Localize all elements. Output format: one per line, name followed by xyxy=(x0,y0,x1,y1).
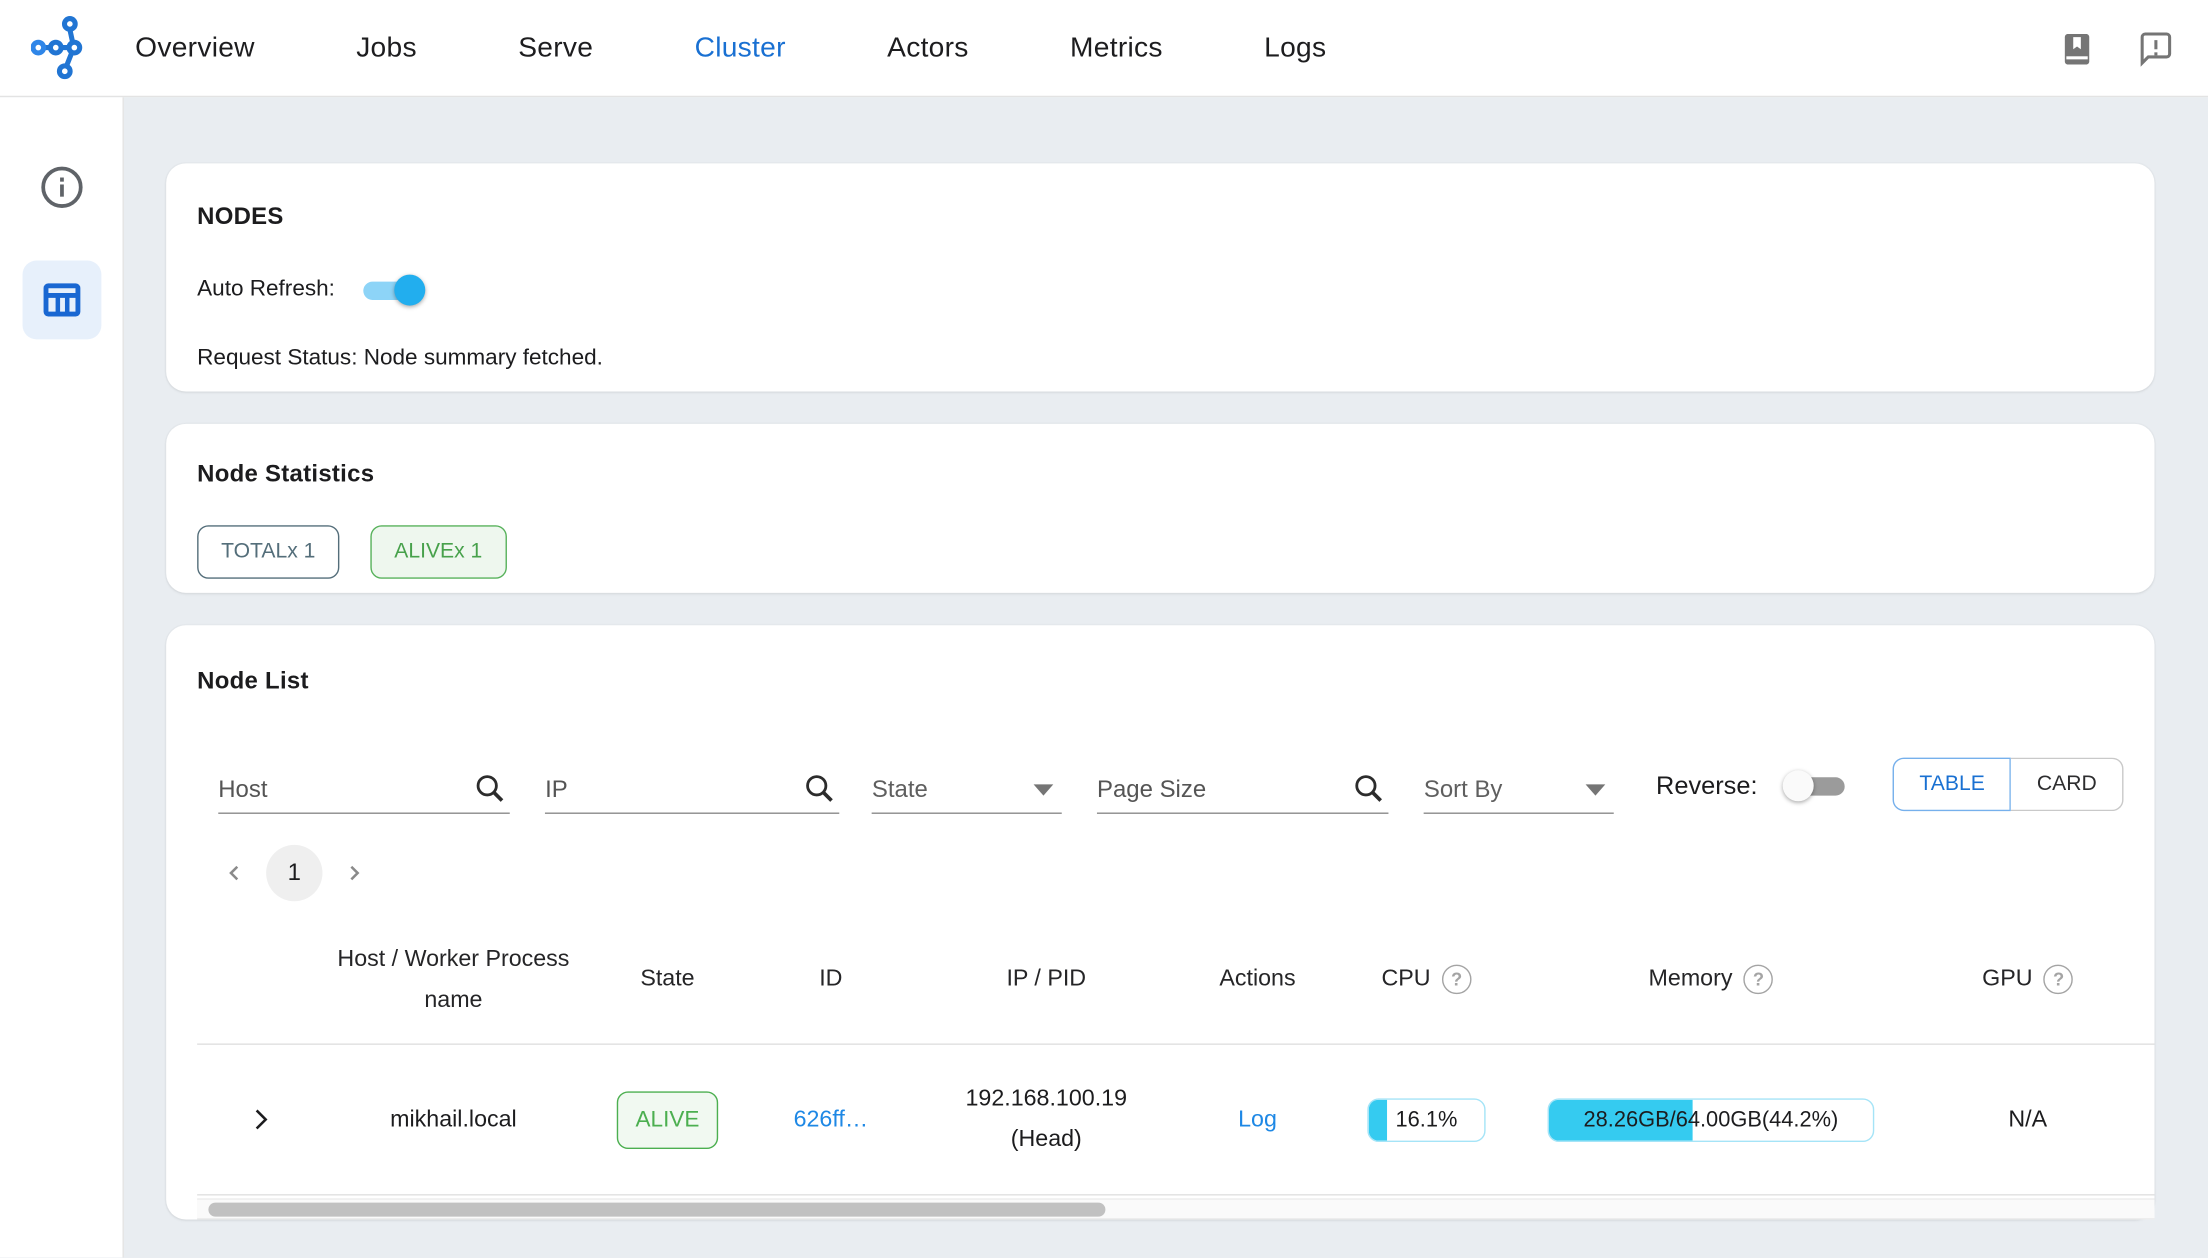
table-header-row: Host / Worker Process name State ID IP /… xyxy=(197,915,2154,1045)
page-size-input[interactable] xyxy=(1097,766,1389,812)
nav-tab-logs[interactable]: Logs xyxy=(1264,32,1326,64)
column-header-memory: Memory? xyxy=(1521,948,1901,1011)
feedback-icon[interactable] xyxy=(2138,30,2175,67)
auto-refresh-label: Auto Refresh: xyxy=(197,277,335,302)
nav-tabs: Overview Jobs Serve Cluster Actors Metri… xyxy=(135,32,1326,64)
left-sidebar xyxy=(0,97,124,1257)
search-icon xyxy=(803,772,837,806)
info-icon xyxy=(39,165,84,210)
node-list-filters: State Sort By Reverse: xyxy=(197,752,2123,814)
gpu-cell: N/A xyxy=(1901,1099,2154,1140)
gpu-help-icon[interactable]: ? xyxy=(2044,965,2074,995)
sort-by-select[interactable]: Sort By xyxy=(1424,766,1614,814)
column-header-actions: Actions xyxy=(1183,948,1332,1011)
view-table-button[interactable]: TABLE xyxy=(1893,758,2012,812)
sidebar-item-info[interactable] xyxy=(22,148,101,227)
nav-tab-metrics[interactable]: Metrics xyxy=(1070,32,1163,64)
state-cell: ALIVE xyxy=(583,1091,752,1149)
node-list-title: Node List xyxy=(197,667,2123,695)
node-statistics-title: Node Statistics xyxy=(197,460,2123,488)
alive-count-chip: ALIVEx 1 xyxy=(370,525,506,578)
reverse-toggle[interactable] xyxy=(1780,766,1850,805)
top-navigation: Overview Jobs Serve Cluster Actors Metri… xyxy=(0,0,2208,97)
column-header-gpu: GPU? xyxy=(1901,948,2154,1011)
view-mode-toggle-group: TABLE CARD xyxy=(1893,758,2124,812)
ip-filter-input[interactable] xyxy=(545,766,839,812)
alive-status-badge: ALIVE xyxy=(617,1091,717,1149)
horizontal-scrollbar[interactable] xyxy=(197,1198,2154,1219)
next-page-button[interactable] xyxy=(335,855,372,892)
page-size-field xyxy=(1097,766,1389,814)
host-cell: mikhail.local xyxy=(324,1099,583,1140)
column-header-ip-pid: IP / PID xyxy=(910,948,1183,1011)
column-header-state: State xyxy=(583,948,752,1011)
table-row: mikhail.local ALIVE 626ff… 192.168.100.1… xyxy=(197,1045,2154,1196)
nav-tab-jobs[interactable]: Jobs xyxy=(356,32,417,64)
total-count-chip: TOTALx 1 xyxy=(197,525,339,578)
column-header-id: ID xyxy=(752,948,910,1011)
ray-dashboard: Overview Jobs Serve Cluster Actors Metri… xyxy=(0,0,2208,1257)
column-header-cpu: CPU? xyxy=(1332,948,1521,1011)
sidebar-item-node-table[interactable] xyxy=(22,261,101,340)
expand-column-header xyxy=(197,968,324,991)
nav-tab-serve[interactable]: Serve xyxy=(518,32,593,64)
node-table: Host / Worker Process name State ID IP /… xyxy=(197,915,2154,1195)
node-list-card: Node List xyxy=(166,625,2154,1219)
ip-filter-field xyxy=(545,766,839,814)
state-filter-select[interactable]: State xyxy=(872,766,1062,814)
main-content: NODES Auto Refresh: Request Status: Node… xyxy=(124,97,2208,1257)
host-filter-input[interactable] xyxy=(218,766,510,812)
log-link[interactable]: Log xyxy=(1238,1106,1277,1131)
cpu-help-icon[interactable]: ? xyxy=(1442,965,1472,995)
state-filter-label: State xyxy=(872,775,928,803)
memory-help-icon[interactable]: ? xyxy=(1744,965,1774,995)
nav-tab-actors[interactable]: Actors xyxy=(887,32,969,64)
request-status-text: Request Status: Node summary fetched. xyxy=(197,346,2123,371)
nodes-card: NODES Auto Refresh: Request Status: Node… xyxy=(166,163,2154,391)
reverse-label: Reverse: xyxy=(1656,771,1757,801)
view-card-button[interactable]: CARD xyxy=(2012,758,2124,812)
docs-book-icon[interactable] xyxy=(2059,30,2096,67)
page-number-button[interactable]: 1 xyxy=(266,845,322,901)
expand-row-button[interactable] xyxy=(197,1104,324,1135)
cpu-cell: 16.1% xyxy=(1332,1098,1521,1142)
nav-tab-cluster[interactable]: Cluster xyxy=(695,32,786,64)
memory-cell: 28.26GB/64.00GB(44.2%) xyxy=(1521,1098,1901,1142)
node-id-link[interactable]: 626ff… xyxy=(794,1106,869,1131)
chevron-down-icon xyxy=(1586,784,1606,795)
chevron-down-icon xyxy=(1034,784,1054,795)
node-statistics-chips: TOTALx 1 ALIVEx 1 xyxy=(197,525,2123,578)
host-filter-field xyxy=(218,766,510,814)
nodes-card-title: NODES xyxy=(197,203,2123,231)
node-statistics-card: Node Statistics TOTALx 1 ALIVEx 1 xyxy=(166,424,2154,593)
cpu-usage-bar: 16.1% xyxy=(1367,1098,1485,1142)
table-icon xyxy=(39,277,84,322)
memory-usage-bar: 28.26GB/64.00GB(44.2%) xyxy=(1548,1098,1875,1142)
search-icon xyxy=(1352,772,1386,806)
pagination: 1 xyxy=(217,845,2124,901)
nav-tab-overview[interactable]: Overview xyxy=(135,32,255,64)
column-header-host: Host / Worker Process name xyxy=(324,927,583,1031)
nav-actions xyxy=(2059,0,2174,97)
previous-page-button[interactable] xyxy=(217,855,254,892)
scrollbar-thumb[interactable] xyxy=(208,1203,1105,1217)
search-icon xyxy=(473,772,507,806)
ip-pid-cell: 192.168.100.19 (Head) xyxy=(910,1079,1183,1161)
auto-refresh-toggle[interactable] xyxy=(357,270,427,309)
ray-logo-icon[interactable] xyxy=(31,15,87,80)
sort-by-label: Sort By xyxy=(1424,775,1503,803)
